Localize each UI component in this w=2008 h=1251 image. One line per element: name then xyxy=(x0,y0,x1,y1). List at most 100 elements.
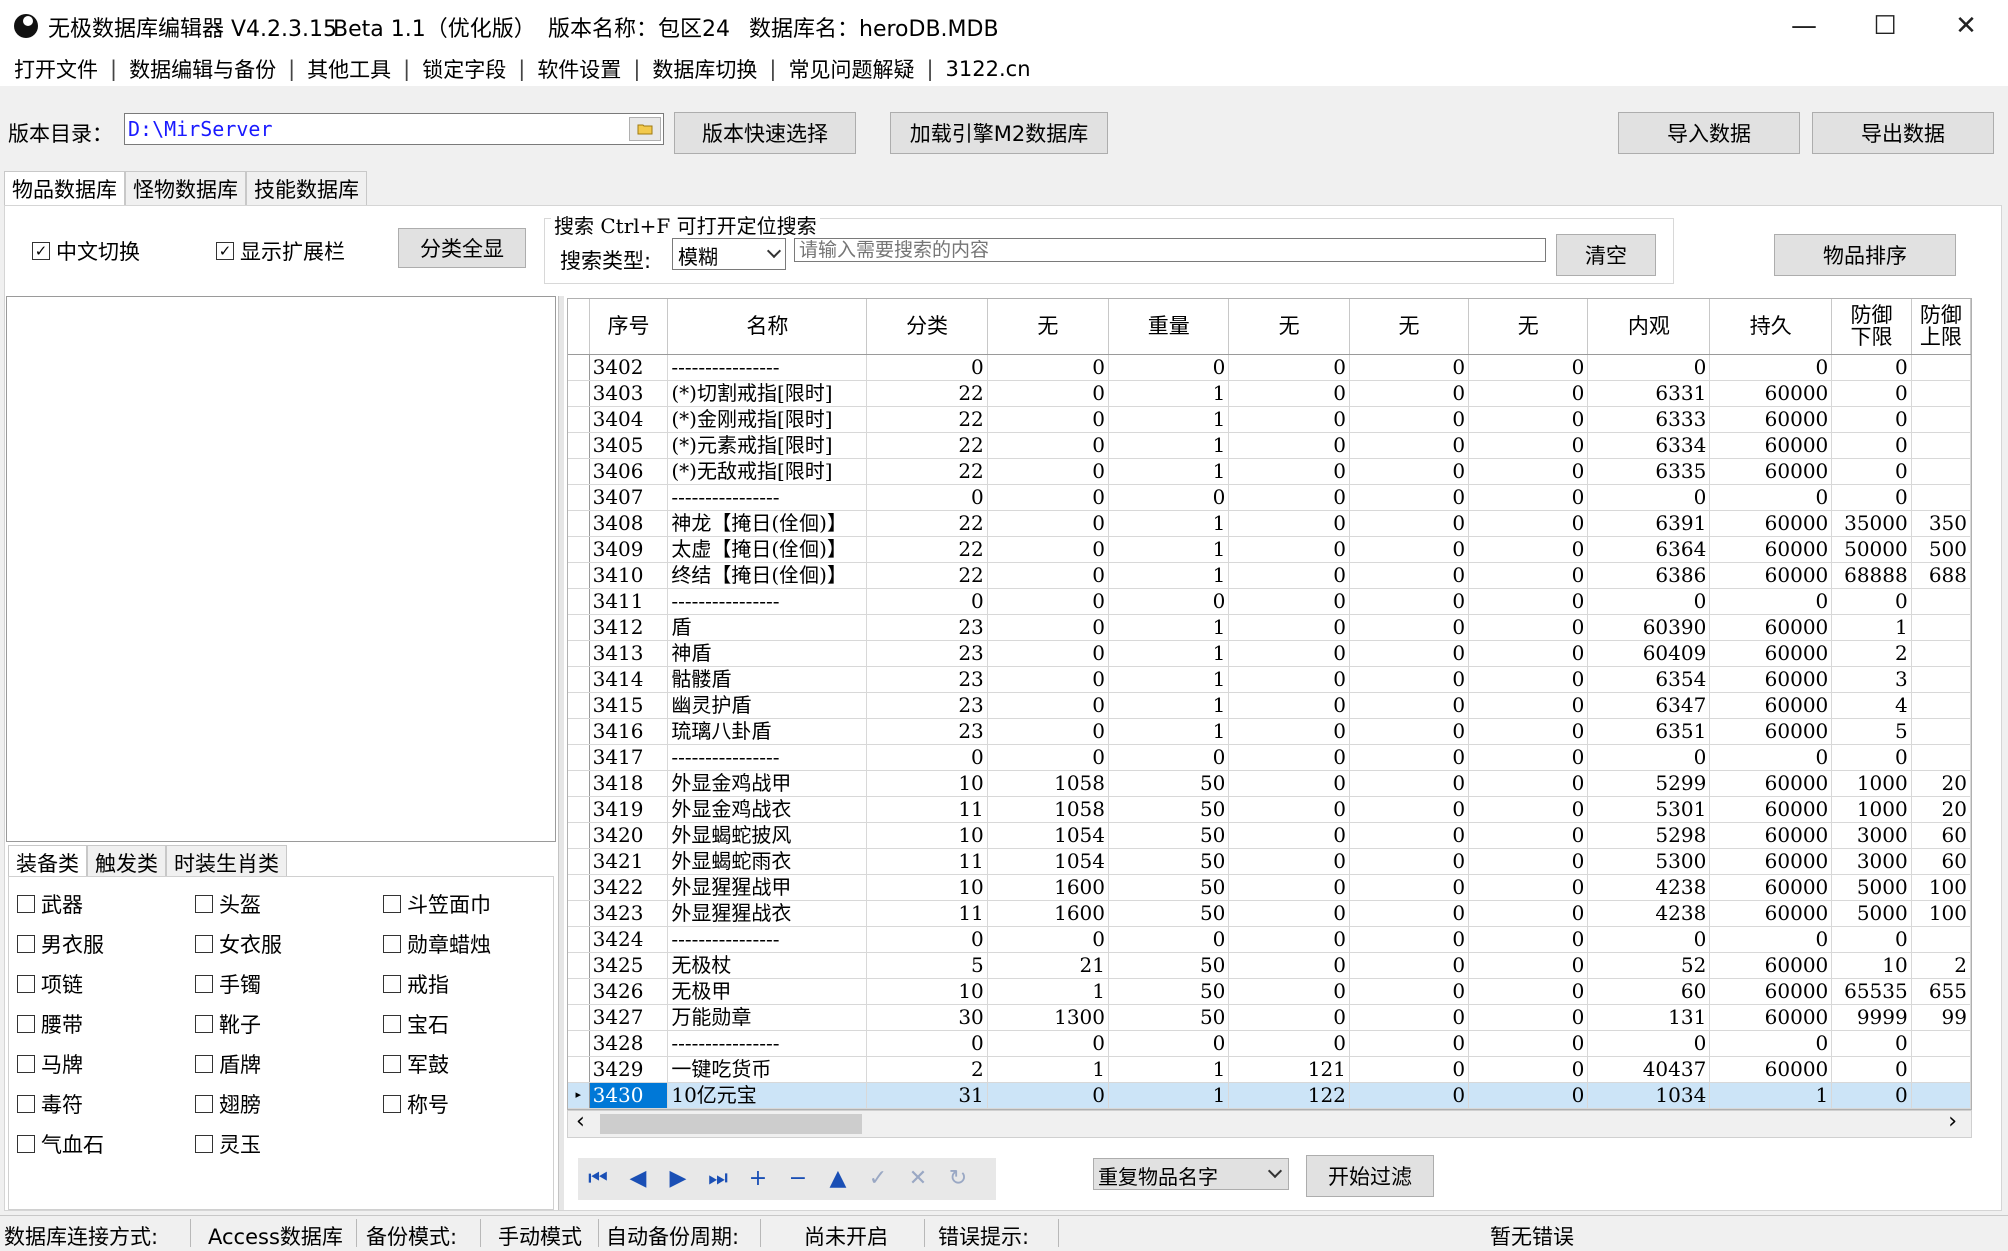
table-cell[interactable]: 0 xyxy=(1468,900,1589,927)
table-cell[interactable]: 1 xyxy=(1108,406,1230,433)
table-cell[interactable]: 3427 xyxy=(589,1004,669,1031)
table-cell[interactable] xyxy=(1911,484,1971,511)
column-header[interactable]: 无 xyxy=(1228,299,1350,355)
row-selector[interactable] xyxy=(568,770,590,797)
table-cell[interactable]: 无极杖 xyxy=(667,952,868,979)
menu-db-switch[interactable]: 数据库切换 xyxy=(646,54,763,84)
table-cell[interactable]: 6386 xyxy=(1587,562,1711,589)
table-cell[interactable]: 0 xyxy=(866,354,988,381)
table-cell[interactable]: 0 xyxy=(987,692,1110,719)
table-cell[interactable]: 5 xyxy=(1831,718,1912,745)
menu-other-tools[interactable]: 其他工具 xyxy=(301,54,397,84)
table-cell[interactable]: 23 xyxy=(866,692,988,719)
table-cell[interactable]: 万能勋章 xyxy=(667,1004,868,1031)
item-type-list[interactable] xyxy=(6,296,556,842)
table-cell[interactable]: 3414 xyxy=(589,666,669,693)
table-cell[interactable]: 0 xyxy=(1587,484,1711,511)
table-cell[interactable]: 1 xyxy=(1108,510,1230,537)
row-selector[interactable] xyxy=(568,536,590,563)
table-cell[interactable]: 60000 xyxy=(1709,432,1833,459)
table-cell[interactable] xyxy=(1911,926,1971,953)
table-cell[interactable]: 50 xyxy=(1108,978,1230,1005)
table-cell[interactable]: 60000 xyxy=(1709,900,1833,927)
table-cell[interactable]: 3415 xyxy=(589,692,669,719)
table-cell[interactable]: 0 xyxy=(1468,874,1589,901)
category-checkbox[interactable]: 称号 xyxy=(383,1089,449,1119)
row-selector[interactable] xyxy=(568,510,590,537)
category-checkbox[interactable]: 斗笠面巾 xyxy=(383,889,491,919)
table-cell[interactable]: 50 xyxy=(1108,900,1230,927)
table-row[interactable]: 3416 琉璃八卦盾 23 0 1 0 0 0 6351 60000 5 xyxy=(568,718,1971,745)
table-cell[interactable]: 10 xyxy=(866,874,988,901)
row-selector[interactable] xyxy=(568,796,590,823)
table-cell[interactable]: 盾 xyxy=(667,614,868,641)
menu-website[interactable]: 3122.cn xyxy=(940,57,1037,81)
table-cell[interactable]: 22 xyxy=(866,458,988,485)
table-cell[interactable]: 0 xyxy=(987,510,1110,537)
table-row[interactable]: ▸ 3430 10亿元宝 31 0 1 122 0 0 1034 1 0 xyxy=(568,1082,1971,1109)
table-cell[interactable]: 5 xyxy=(866,952,988,979)
table-cell[interactable]: 22 xyxy=(866,510,988,537)
table-cell[interactable]: 1 xyxy=(1108,562,1230,589)
tab-fashion-zodiac[interactable]: 时装生肖类 xyxy=(166,845,287,880)
table-row[interactable]: 3418 外显金鸡战甲 10 1058 50 0 0 0 5299 60000 1000 20 xyxy=(568,770,1971,797)
table-cell[interactable]: 10 xyxy=(866,978,988,1005)
table-cell[interactable]: 6331 xyxy=(1587,380,1711,407)
row-selector[interactable] xyxy=(568,744,590,771)
table-cell[interactable]: 0 xyxy=(1349,796,1470,823)
table-row[interactable]: 3411 ---------------- 0 0 0 0 0 0 0 0 0 xyxy=(568,588,1971,615)
table-cell[interactable]: 0 xyxy=(1349,1004,1470,1031)
table-cell[interactable]: 5000 xyxy=(1831,900,1912,927)
panel-splitter[interactable] xyxy=(558,296,564,1210)
table-cell[interactable]: 0 xyxy=(1468,1056,1589,1083)
table-cell[interactable]: 0 xyxy=(1108,354,1230,381)
table-cell[interactable]: 0 xyxy=(1468,354,1589,381)
table-cell[interactable] xyxy=(1911,1082,1971,1109)
table-cell[interactable]: 1000 xyxy=(1831,770,1912,797)
table-cell[interactable]: 3423 xyxy=(589,900,669,927)
table-cell[interactable]: 11 xyxy=(866,796,988,823)
table-cell[interactable]: 0 xyxy=(1468,1082,1589,1109)
category-checkbox[interactable]: 女衣服 xyxy=(195,929,282,959)
row-selector[interactable] xyxy=(568,900,590,927)
table-cell[interactable]: 0 xyxy=(1228,380,1350,407)
table-cell[interactable]: 0 xyxy=(1709,484,1833,511)
table-cell[interactable]: 外显金鸡战衣 xyxy=(667,796,868,823)
table-cell[interactable]: 0 xyxy=(866,744,988,771)
table-cell[interactable]: 3424 xyxy=(589,926,669,953)
table-cell[interactable] xyxy=(1911,432,1971,459)
table-cell[interactable]: 0 xyxy=(1228,744,1350,771)
table-cell[interactable]: 1054 xyxy=(987,822,1110,849)
table-cell[interactable]: 50 xyxy=(1108,822,1230,849)
table-cell[interactable]: 1600 xyxy=(987,900,1110,927)
table-cell[interactable]: 0 xyxy=(1468,848,1589,875)
table-cell[interactable]: (*)切割戒指[限时] xyxy=(667,380,868,407)
table-cell[interactable]: 60000 xyxy=(1709,562,1833,589)
table-cell[interactable] xyxy=(1911,640,1971,667)
table-cell[interactable]: 0 xyxy=(1108,1030,1230,1057)
table-cell[interactable]: 0 xyxy=(1349,744,1470,771)
add-record-icon[interactable]: + xyxy=(738,1158,778,1198)
table-cell[interactable]: 1 xyxy=(1108,614,1230,641)
table-cell[interactable]: 688 xyxy=(1911,562,1971,589)
column-header[interactable]: 分类 xyxy=(866,299,988,355)
table-cell[interactable]: 121 xyxy=(1228,1056,1350,1083)
table-cell[interactable]: 11 xyxy=(866,900,988,927)
table-cell[interactable]: 60000 xyxy=(1709,874,1833,901)
table-cell[interactable] xyxy=(1911,692,1971,719)
table-row[interactable]: 3423 外显猩猩战衣 11 1600 50 0 0 0 4238 60000 5000 100 xyxy=(568,900,1971,927)
table-cell[interactable]: 0 xyxy=(1468,432,1589,459)
load-m2-db-button[interactable]: 加载引擎M2数据库 xyxy=(890,112,1108,154)
table-cell[interactable]: 2 xyxy=(866,1056,988,1083)
table-cell[interactable]: 6347 xyxy=(1587,692,1711,719)
post-record-icon[interactable]: ✓ xyxy=(858,1158,898,1198)
table-cell[interactable]: 0 xyxy=(1349,692,1470,719)
table-cell[interactable]: 50 xyxy=(1108,770,1230,797)
table-cell[interactable]: 0 xyxy=(1349,952,1470,979)
table-cell[interactable]: 0 xyxy=(1831,380,1912,407)
table-cell[interactable]: 22 xyxy=(866,406,988,433)
category-checkbox[interactable]: 男衣服 xyxy=(17,929,104,959)
table-cell[interactable]: 0 xyxy=(1468,614,1589,641)
table-cell[interactable]: 0 xyxy=(1709,1030,1833,1057)
table-cell[interactable]: 50000 xyxy=(1831,536,1912,563)
